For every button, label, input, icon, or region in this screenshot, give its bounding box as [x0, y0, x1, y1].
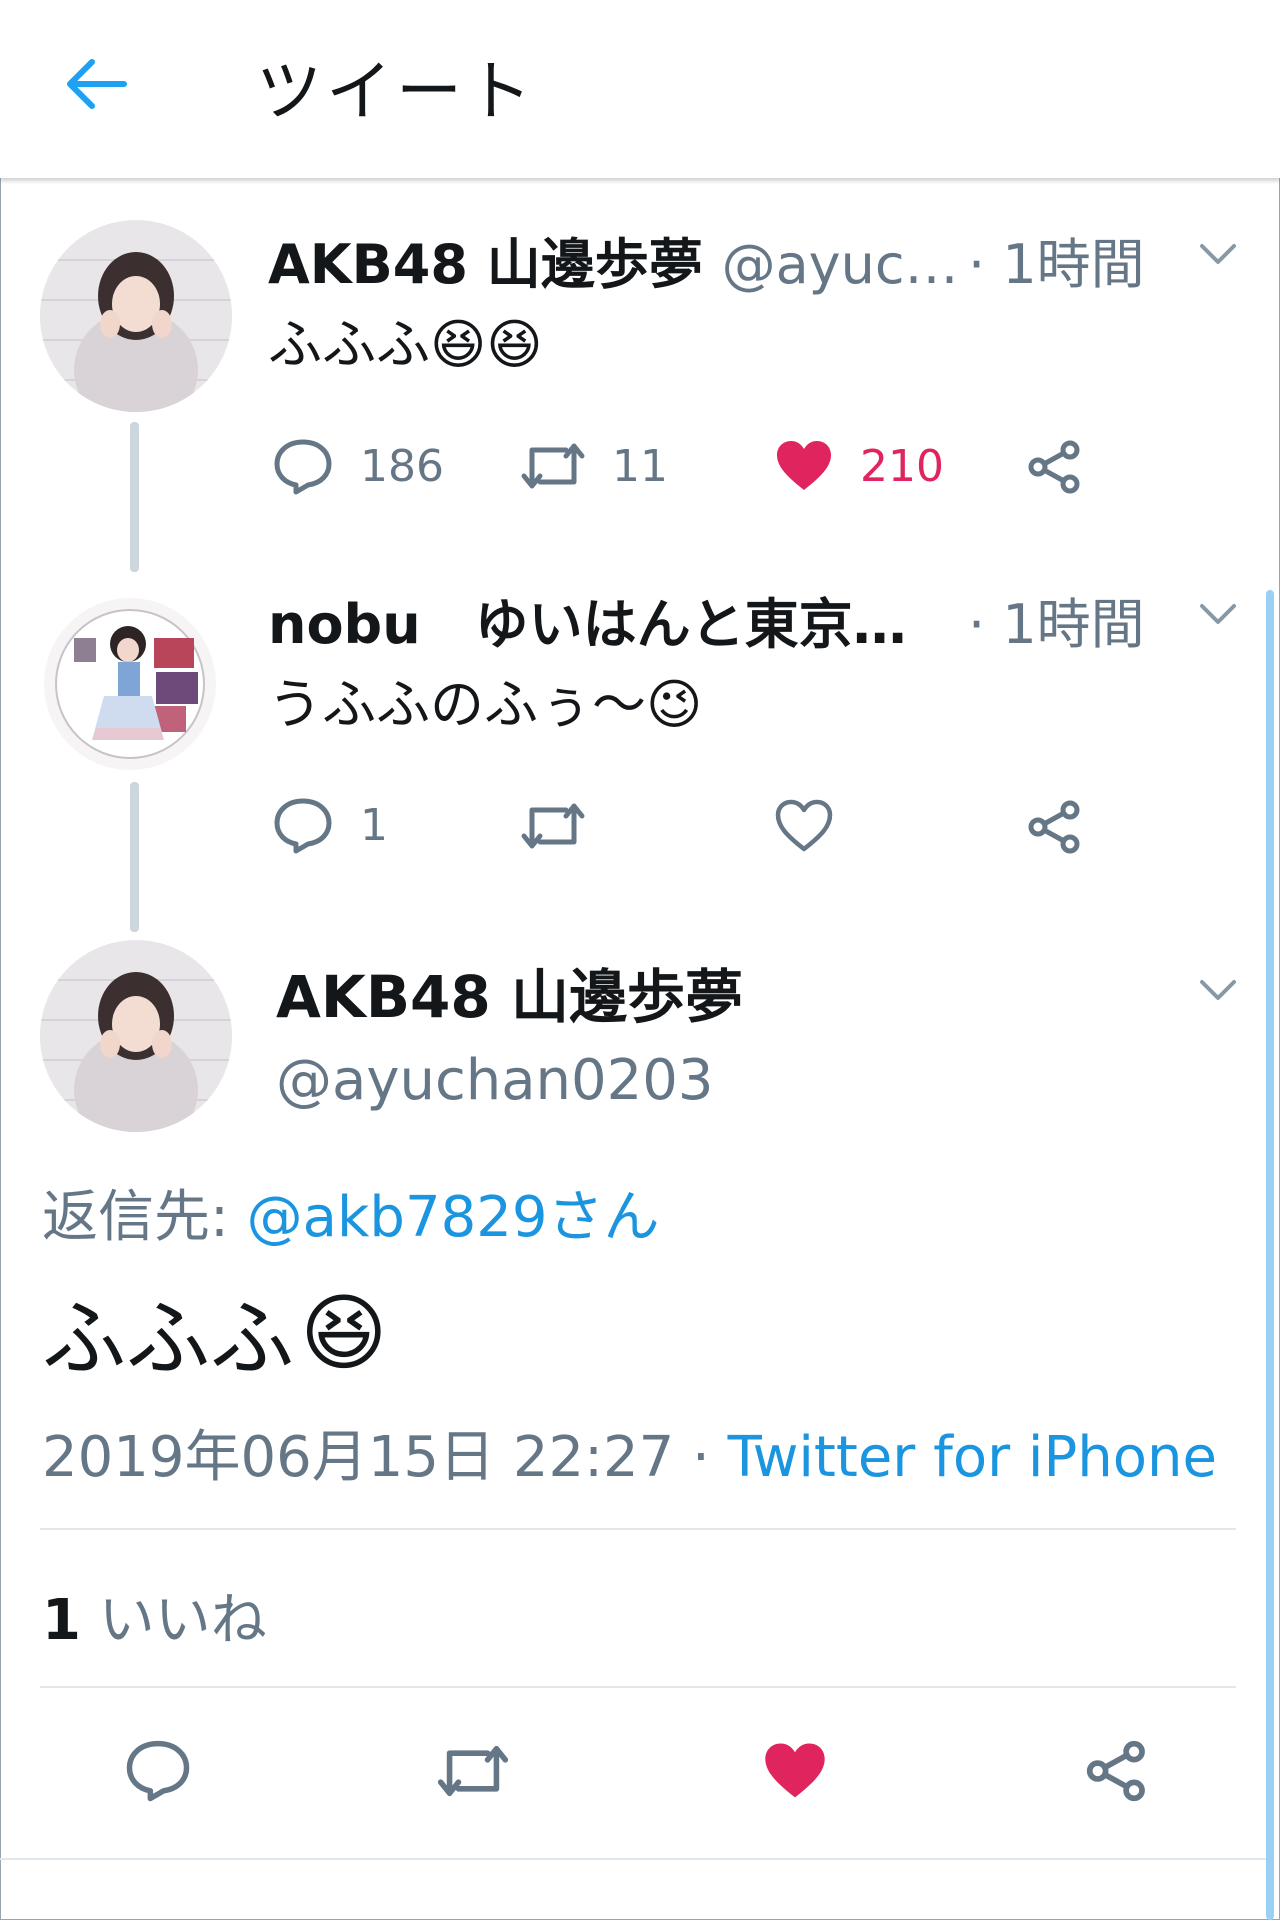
page-title: ツイート	[256, 53, 536, 130]
heart-filled-icon	[765, 1743, 825, 1798]
like-button[interactable]	[774, 798, 834, 854]
scrollbar[interactable]	[1266, 590, 1274, 1920]
tweet-text-content: ふふふ	[42, 1290, 295, 1388]
reply-button[interactable]	[124, 1738, 192, 1802]
share-icon	[1028, 440, 1080, 494]
reply-icon	[274, 439, 332, 495]
laughing-emoji: 😆	[300, 1283, 388, 1382]
divider	[0, 1858, 1266, 1860]
tweet-author[interactable]: AKB48 山邊歩夢	[276, 950, 743, 1034]
tweet-text: うふふのふぅ〜😉	[268, 673, 703, 736]
retweet-button[interactable]	[520, 800, 586, 852]
arrow-left-icon	[67, 59, 127, 109]
tweet-time[interactable]: · 1時間	[968, 580, 1145, 659]
like-button[interactable]	[762, 1740, 828, 1802]
reply-count: 186	[360, 440, 444, 492]
retweet-button[interactable]	[436, 1742, 510, 1800]
reply-icon	[274, 798, 332, 854]
thread-connector	[130, 422, 139, 572]
divider	[40, 1686, 1236, 1688]
tweet-text: ふふふ😆😆	[268, 313, 543, 376]
tweet-meta: 2019年06月15日 22:27 · Twitter for iPhone	[42, 1412, 1217, 1493]
reply-prefix: 返信先:	[42, 1185, 247, 1250]
retweet-icon	[521, 443, 585, 489]
share-button[interactable]	[1026, 440, 1084, 494]
reply-mention-link[interactable]: @akb7829さん	[247, 1185, 660, 1250]
heart-filled-icon	[777, 441, 831, 490]
reply-button[interactable]: 186	[272, 437, 444, 495]
like-count: 210	[860, 440, 944, 492]
top-bar: ツイート	[0, 0, 1280, 178]
chevron-down-icon[interactable]	[1198, 976, 1238, 1006]
tweet-author[interactable]: nobu ゆいはんと東京…	[268, 580, 907, 659]
retweet-button[interactable]: 11	[520, 440, 668, 492]
likes-summary[interactable]: 1 いいね	[42, 1575, 267, 1656]
back-button[interactable]	[56, 44, 136, 124]
retweet-icon	[521, 803, 585, 849]
like-button[interactable]: 210	[774, 438, 944, 494]
tweet-timestamp: 2019年06月15日 22:27 ·	[42, 1425, 728, 1490]
tweet-author[interactable]: AKB48 山邊歩夢 @ayuc…	[268, 220, 959, 299]
likes-count: 1	[42, 1588, 81, 1653]
share-button[interactable]	[1084, 1740, 1150, 1802]
likes-label: いいね	[80, 1588, 267, 1653]
thread-connector	[130, 782, 139, 932]
reply-icon	[126, 1740, 190, 1802]
tweet-handle[interactable]: @ayuchan0203	[276, 1048, 714, 1113]
avatar[interactable]	[40, 220, 232, 412]
tweet-source-link[interactable]: Twitter for iPhone	[728, 1425, 1217, 1490]
share-icon	[1086, 1740, 1145, 1802]
reply-count: 1	[360, 799, 388, 851]
avatar[interactable]	[40, 940, 232, 1132]
share-icon	[1028, 800, 1080, 854]
heart-outline-icon	[775, 799, 833, 852]
share-button[interactable]	[1026, 800, 1084, 854]
divider	[40, 1528, 1236, 1530]
chevron-down-icon[interactable]	[1198, 600, 1238, 630]
retweet-count: 11	[612, 440, 668, 492]
chevron-down-icon[interactable]	[1198, 240, 1238, 270]
tweet-time[interactable]: · 1時間	[968, 220, 1145, 299]
reply-to-line: 返信先: @akb7829さん	[42, 1172, 659, 1253]
avatar[interactable]	[44, 598, 216, 770]
retweet-icon	[437, 1745, 509, 1797]
tweet-handle: @ayuc…	[721, 233, 959, 296]
reply-button[interactable]: 1	[272, 796, 388, 854]
tweet-text: ふふふ 😆	[42, 1272, 388, 1393]
